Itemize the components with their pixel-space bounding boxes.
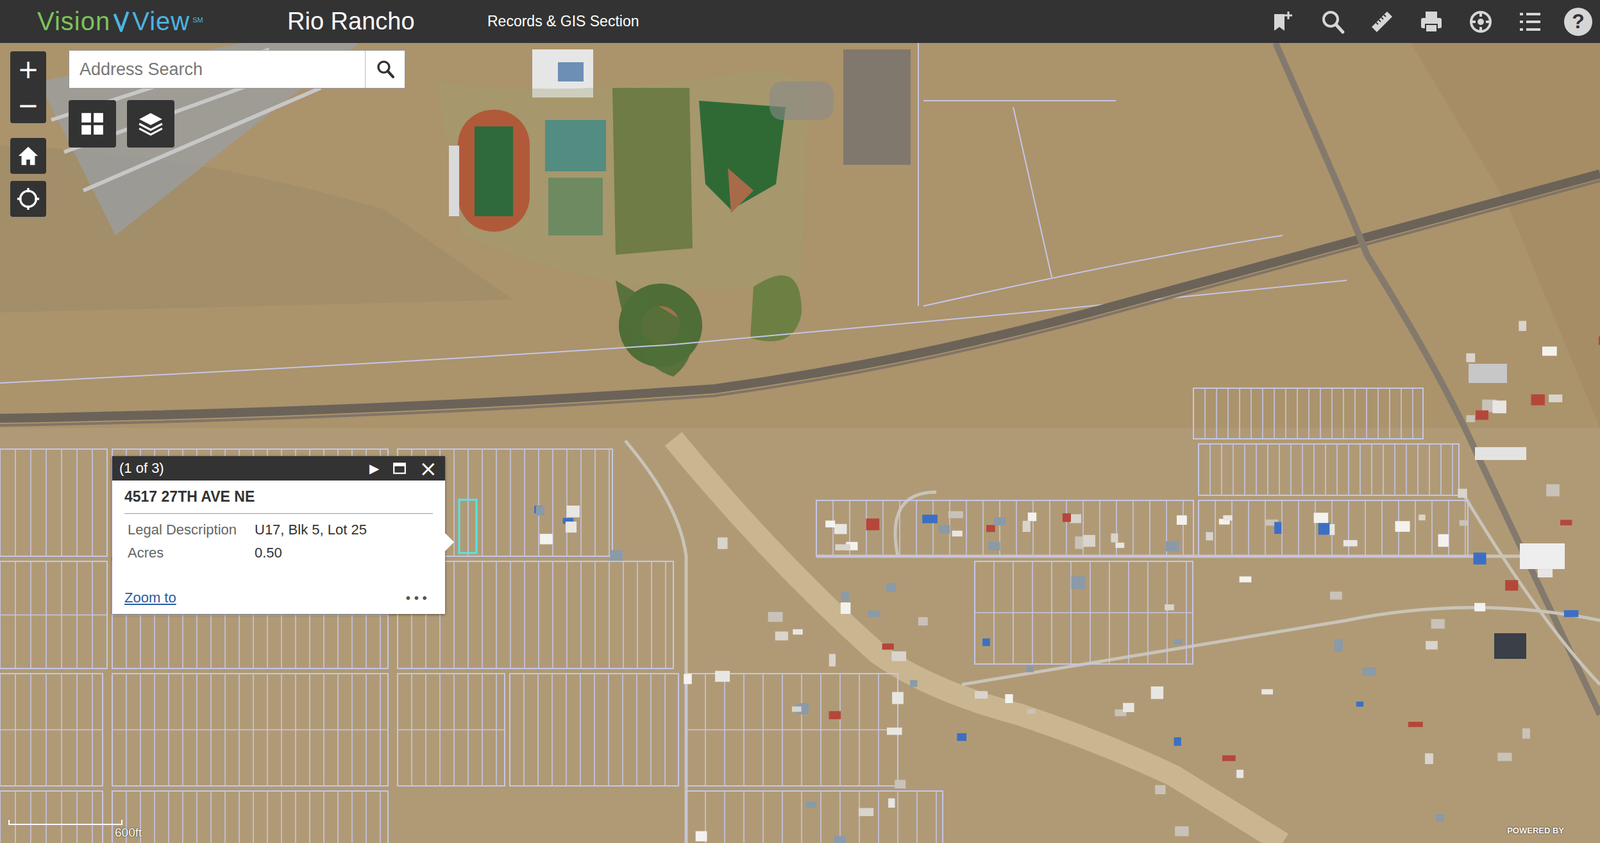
popup-title: 4517 27TH AVE NE bbox=[124, 488, 433, 514]
magnifier-icon bbox=[1319, 8, 1346, 35]
basemap-button[interactable] bbox=[1465, 6, 1497, 38]
scale-label: 600ft bbox=[114, 825, 142, 840]
zoom-in-button[interactable]: + bbox=[10, 51, 47, 88]
aerial-imagery[interactable] bbox=[0, 42, 1600, 843]
locate-button[interactable] bbox=[10, 180, 47, 217]
maximize-icon bbox=[392, 461, 407, 476]
attribute-value: 0.50 bbox=[254, 544, 283, 562]
printer-icon bbox=[1418, 8, 1445, 35]
magnifier-icon bbox=[374, 58, 397, 81]
attribute-label: Acres bbox=[127, 544, 255, 562]
feature-counter: (1 of 3) bbox=[119, 459, 165, 477]
search-button[interactable] bbox=[364, 50, 405, 88]
zoom-control: + − bbox=[10, 51, 47, 124]
layers-icon bbox=[137, 110, 165, 138]
help-button[interactable]: ? bbox=[1564, 7, 1593, 36]
bookmark-add-icon bbox=[1270, 8, 1297, 35]
attribution: POWERED BY bbox=[1507, 825, 1565, 835]
attribute-row: Acres 0.50 bbox=[127, 544, 430, 562]
map[interactable]: + − (1 of 3) ▶ × 4517 27TH AVE NE Legal … bbox=[0, 42, 1600, 843]
v-check-icon bbox=[112, 10, 130, 34]
more-button[interactable]: ••• bbox=[400, 589, 433, 607]
grid-icon bbox=[78, 110, 106, 138]
crosshair-icon bbox=[16, 186, 41, 211]
layers-button[interactable] bbox=[126, 100, 175, 148]
parcel-popup: (1 of 3) ▶ × 4517 27TH AVE NE Legal Desc… bbox=[112, 455, 446, 614]
selected-parcel[interactable] bbox=[459, 499, 477, 553]
app-title: Rio Rancho bbox=[287, 7, 488, 36]
bookmark-button[interactable] bbox=[1267, 6, 1299, 38]
home-button[interactable] bbox=[10, 137, 47, 174]
widgets-button[interactable] bbox=[68, 100, 117, 148]
zoom-to-link[interactable]: Zoom to bbox=[124, 589, 177, 607]
layer-list-button[interactable] bbox=[1514, 6, 1546, 38]
attribute-table: Legal Description U17, Blk 5, Lot 25 Acre… bbox=[124, 513, 433, 562]
maximize-button[interactable] bbox=[389, 461, 410, 476]
logo: Vision View SM bbox=[37, 7, 249, 36]
attribute-row: Legal Description U17, Blk 5, Lot 25 bbox=[127, 521, 430, 539]
widget-buttons bbox=[68, 100, 175, 148]
next-feature-button[interactable]: ▶ bbox=[366, 460, 382, 476]
header-bar: Vision View SM Rio Rancho Records & GIS … bbox=[0, 0, 1600, 43]
gis-viewer: Vision View SM Rio Rancho Records & GIS … bbox=[0, 0, 1600, 843]
popup-pointer bbox=[445, 532, 455, 551]
basemap-icon bbox=[1467, 8, 1494, 35]
address-search-input[interactable] bbox=[69, 50, 365, 88]
scale-line bbox=[8, 819, 123, 825]
search-tool-button[interactable] bbox=[1317, 6, 1348, 38]
measure-button[interactable] bbox=[1366, 6, 1398, 38]
attribute-value: U17, Blk 5, Lot 25 bbox=[254, 521, 367, 539]
attribute-label: Legal Description bbox=[127, 521, 255, 539]
scale-bar: 600ft bbox=[8, 819, 150, 842]
print-button[interactable] bbox=[1415, 6, 1447, 38]
address-search bbox=[68, 50, 406, 89]
popup-header: (1 of 3) ▶ × bbox=[112, 455, 446, 481]
toolbar: ? bbox=[1267, 6, 1593, 38]
ruler-icon bbox=[1369, 8, 1395, 35]
section-title: Records & GIS Section bbox=[487, 12, 640, 31]
zoom-out-button[interactable]: − bbox=[10, 87, 47, 124]
home-icon bbox=[16, 143, 41, 169]
list-icon bbox=[1517, 8, 1543, 35]
close-button[interactable]: × bbox=[416, 457, 441, 480]
